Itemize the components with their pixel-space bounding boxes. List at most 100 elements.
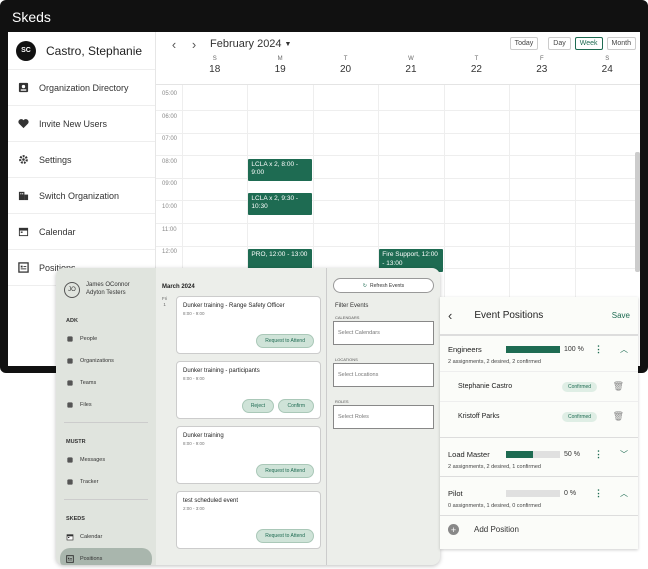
view-week-button[interactable]: Week bbox=[574, 37, 603, 50]
day-number: 20 bbox=[339, 64, 352, 75]
position-name: Pilot bbox=[448, 488, 463, 498]
positions-icon bbox=[66, 555, 80, 563]
hour-row bbox=[156, 179, 640, 202]
month-selector[interactable]: February 2024 bbox=[210, 38, 282, 50]
position-row[interactable]: Pilot 0 % ⋮ ︿ bbox=[440, 483, 638, 503]
sidebar-item-switch-organization[interactable]: Switch Organization bbox=[8, 178, 155, 214]
reject-button[interactable]: Reject bbox=[241, 399, 274, 413]
tablet-user[interactable]: JO James OConnor Adyton Testers bbox=[56, 268, 156, 308]
more-options-icon[interactable]: ⋮ bbox=[594, 344, 603, 355]
request-to-attend-button[interactable]: Request to Attend bbox=[256, 334, 314, 348]
sidebar-user[interactable]: SC Castro, Stephanie bbox=[8, 32, 155, 70]
view-day-button[interactable]: Day bbox=[548, 37, 571, 50]
sidebar-item-settings[interactable]: Settings bbox=[8, 142, 155, 178]
nav-item-positions[interactable]: Positions bbox=[60, 548, 152, 565]
day-header[interactable]: S 24 bbox=[575, 56, 640, 84]
section-title: ADK bbox=[66, 318, 78, 324]
sidebar-item-label: Settings bbox=[39, 154, 72, 165]
day-header[interactable]: T 20 bbox=[313, 56, 378, 84]
day-letter: S bbox=[605, 56, 610, 62]
caret-down-icon[interactable]: ▼ bbox=[285, 41, 292, 48]
chevron-down-icon[interactable]: ﹀ bbox=[620, 449, 628, 460]
event-title: test scheduled event bbox=[183, 498, 239, 504]
day-header[interactable]: T 22 bbox=[444, 56, 509, 84]
agenda-list: March 2024 Fri 1 Dunker training - Range … bbox=[156, 268, 326, 565]
event-card[interactable]: Dunker training 8:00 - 9:00 Request to Att… bbox=[176, 426, 321, 484]
calendar-event[interactable]: LCLA x 2, 9:30 - 10:30 bbox=[248, 192, 312, 216]
day-letter: W bbox=[408, 56, 414, 62]
event-card[interactable]: Dunker training - Range Safety Officer 8:… bbox=[176, 296, 321, 354]
confirm-button[interactable]: Confirm bbox=[278, 399, 314, 413]
trash-icon[interactable]: 🗑 bbox=[613, 381, 624, 392]
position-row[interactable]: Engineers 100 % ⋮ ︿ bbox=[440, 339, 638, 359]
file-icon bbox=[66, 401, 80, 409]
more-options-icon[interactable]: ⋮ bbox=[594, 488, 603, 499]
sidebar-item-invite-new-users[interactable]: Invite New Users bbox=[8, 106, 155, 142]
sidebar-item-calendar[interactable]: Calendar bbox=[8, 214, 155, 250]
chevron-up-icon[interactable]: ︿ bbox=[620, 344, 628, 355]
sidebar-item-organization-directory[interactable]: Organization Directory bbox=[8, 70, 155, 106]
assignee-name: Stephanie Castro bbox=[458, 383, 513, 390]
view-today-button[interactable]: Today bbox=[509, 37, 539, 50]
trash-icon[interactable]: 🗑 bbox=[613, 411, 624, 422]
day-header[interactable]: M 19 bbox=[247, 56, 312, 84]
agenda-month: March 2024 bbox=[162, 284, 195, 290]
field-placeholder: Select Roles bbox=[338, 414, 369, 420]
day-number: 24 bbox=[601, 64, 613, 75]
more-options-icon[interactable]: ⋮ bbox=[594, 449, 603, 460]
refresh-events-button[interactable]: ↻ Refresh Events bbox=[333, 278, 434, 293]
field-label: ROLES bbox=[334, 399, 350, 404]
calendars-select[interactable]: CALENDARS Select Calendars bbox=[333, 315, 434, 345]
filter-panel: ↻ Refresh Events Filter Events CALENDARS S… bbox=[326, 268, 440, 565]
next-week-button[interactable]: › bbox=[184, 37, 204, 52]
nav-item-tracker[interactable]: Tracker bbox=[56, 471, 156, 493]
day-number: 23 bbox=[536, 64, 548, 75]
day-header[interactable]: W 21 bbox=[378, 56, 443, 84]
nav-item-messages[interactable]: Messages bbox=[56, 449, 156, 471]
nav-item-files[interactable]: Files bbox=[56, 394, 156, 416]
scrollbar[interactable] bbox=[635, 152, 640, 272]
avatar: SC bbox=[16, 40, 36, 61]
roles-select[interactable]: ROLES Select Roles bbox=[333, 399, 434, 429]
add-position-button[interactable]: + Add Position bbox=[440, 515, 638, 543]
day-header[interactable]: F 23 bbox=[509, 56, 574, 84]
event-card[interactable]: test scheduled event 2:00 - 3:00 Request t… bbox=[176, 491, 321, 549]
save-button[interactable]: Save bbox=[612, 311, 630, 320]
request-to-attend-button[interactable]: Request to Attend bbox=[256, 529, 314, 543]
nav-item-people[interactable]: People bbox=[56, 328, 156, 350]
field-label: CALENDARS bbox=[334, 315, 361, 320]
locations-select[interactable]: LOCATIONS Select Locations bbox=[333, 357, 434, 387]
hour-label: 06:00 bbox=[162, 113, 178, 120]
nav-item-label: People bbox=[80, 336, 98, 342]
hour-row bbox=[156, 202, 640, 224]
day-letter: S bbox=[212, 56, 217, 62]
view-month-button[interactable]: Month bbox=[606, 37, 636, 50]
assignee-row[interactable]: Kristoff Parks Confirmed 🗑 bbox=[440, 401, 638, 431]
fill-progress-bar bbox=[506, 489, 560, 497]
day-letter: F bbox=[539, 56, 544, 62]
nav-item-label: Organizations bbox=[80, 358, 114, 364]
chevron-up-icon[interactable]: ︿ bbox=[620, 488, 628, 499]
field-label: LOCATIONS bbox=[334, 357, 359, 362]
tablet-screen: JO James OConnor Adyton Testers ADK People… bbox=[56, 268, 440, 565]
nav-item-calendar[interactable]: Calendar bbox=[56, 526, 156, 548]
nav-item-label: Calendar bbox=[80, 534, 103, 540]
nav-item-label: Files bbox=[80, 402, 92, 408]
avatar: JO bbox=[64, 282, 80, 298]
prev-week-button[interactable]: ‹ bbox=[164, 37, 184, 52]
back-icon[interactable]: ‹ bbox=[448, 308, 452, 323]
assignee-row[interactable]: Stephanie Castro Confirmed 🗑 bbox=[440, 371, 638, 401]
field-placeholder: Select Locations bbox=[338, 372, 379, 378]
gear-icon bbox=[18, 154, 39, 165]
status-badge: Confirmed bbox=[562, 381, 598, 392]
calendar-event[interactable]: LCLA x 2, 8:00 - 9:00 bbox=[248, 158, 312, 182]
event-card[interactable]: Dunker training - participants 8:00 - 9:0… bbox=[176, 361, 321, 419]
tracker-icon bbox=[66, 478, 80, 486]
position-row[interactable]: Load Master 50 % ⋮ ﹀ bbox=[440, 444, 638, 464]
status-badge: Confirmed bbox=[562, 411, 598, 422]
nav-item-organizations[interactable]: Organizations bbox=[56, 350, 156, 372]
day-header[interactable]: S 18 bbox=[182, 56, 247, 84]
nav-item-teams[interactable]: Teams bbox=[56, 372, 156, 394]
organization-icon bbox=[66, 357, 80, 365]
request-to-attend-button[interactable]: Request to Attend bbox=[256, 464, 314, 478]
